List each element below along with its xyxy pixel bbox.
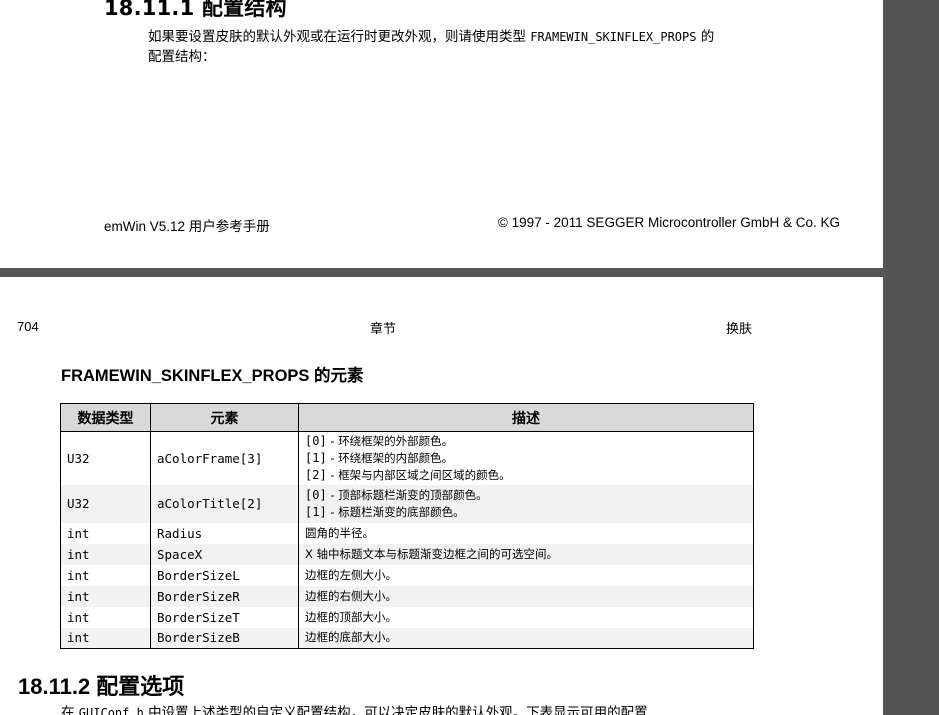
cell-element-name: aColorTitle[2] bbox=[150, 484, 299, 523]
table-header-row: 数据类型 元素 描述 bbox=[60, 403, 754, 432]
paragraph-text: 中设置上述类型的自定义配置结构，可以决定皮肤的默认外观。下表显示可用的配置 bbox=[143, 705, 648, 715]
section-label: 换肤 bbox=[726, 322, 753, 337]
description-line: 边框的右侧大小。 bbox=[305, 588, 753, 605]
table-row: int BorderSizeR 边框的右侧大小。 bbox=[60, 585, 754, 607]
description-line: 边框的左侧大小。 bbox=[305, 567, 753, 584]
inline-code: GUIConf.h bbox=[78, 706, 144, 715]
description-line: [0] - 环绕框架的外部颜色。 bbox=[305, 433, 753, 450]
cell-description: 圆角的半径。 bbox=[298, 522, 754, 544]
previous-page: 18.11.1 配置结构 如果要设置皮肤的默认外观或在运行时更改外观，则请使用类… bbox=[0, 0, 883, 268]
chapter-label: 章节 bbox=[370, 322, 397, 337]
cell-element-name: aColorFrame[3] bbox=[150, 431, 299, 485]
description-line: 边框的底部大小。 bbox=[305, 629, 753, 646]
description-line: [1] - 标题栏渐变的底部颜色。 bbox=[305, 504, 753, 521]
description-text: - 标题栏渐变的底部颜色。 bbox=[326, 504, 465, 519]
cell-description: 边框的底部大小。 bbox=[298, 627, 754, 649]
description-text: 边框的顶部大小。 bbox=[305, 609, 397, 624]
array-index: [1] bbox=[305, 450, 327, 465]
description-text: X 轴中标题文本与标题渐变边框之间的可选空间。 bbox=[305, 546, 559, 561]
description-text: 圆角的半径。 bbox=[305, 525, 374, 540]
description-text: 边框的右侧大小。 bbox=[305, 588, 397, 603]
cell-element-name: BorderSizeR bbox=[150, 585, 299, 607]
column-header-description: 描述 bbox=[298, 403, 754, 432]
description-text: 边框的左侧大小。 bbox=[305, 567, 397, 582]
cell-description: [0] - 顶部标题栏渐变的顶部颜色。 [1] - 标题栏渐变的底部颜色。 bbox=[298, 484, 754, 523]
description-line: 边框的顶部大小。 bbox=[305, 609, 753, 626]
paragraph-text: 在 bbox=[61, 705, 79, 715]
body-paragraph-line: 在 GUIConf.h 中设置上述类型的自定义配置结构，可以决定皮肤的默认外观。… bbox=[61, 701, 648, 715]
paragraph-text: 如果要设置皮肤的默认外观或在运行时更改外观，则请使用类型 bbox=[148, 29, 531, 45]
cell-data-type: int bbox=[60, 522, 151, 544]
body-paragraph-line: 如果要设置皮肤的默认外观或在运行时更改外观，则请使用类型 FRAMEWIN_SK… bbox=[148, 25, 714, 45]
column-header-type: 数据类型 bbox=[60, 403, 151, 432]
array-index: [1] bbox=[305, 504, 327, 519]
table-row: U32 aColorTitle[2] [0] - 顶部标题栏渐变的顶部颜色。 [1] … bbox=[60, 484, 754, 523]
description-line: X 轴中标题文本与标题渐变边框之间的可选空间。 bbox=[305, 546, 753, 563]
cell-description: X 轴中标题文本与标题渐变边框之间的可选空间。 bbox=[298, 543, 754, 565]
cell-data-type: U32 bbox=[60, 431, 151, 485]
description-line: [2] - 框架与内部区域之间区域的颜色。 bbox=[305, 467, 753, 484]
description-text: - 框架与内部区域之间区域的颜色。 bbox=[326, 467, 511, 482]
document-viewer: 18.11.1 配置结构 如果要设置皮肤的默认外观或在运行时更改外观，则请使用类… bbox=[0, 0, 939, 715]
description-line: [0] - 顶部标题栏渐变的顶部颜色。 bbox=[305, 487, 753, 504]
paragraph-text: 的 bbox=[696, 29, 715, 45]
page-footer-copyright: © 1997 - 2011 SEGGER Microcontroller Gmb… bbox=[497, 215, 840, 230]
table-row: U32 aColorFrame[3] [0] - 环绕框架的外部颜色。 [1] - 环… bbox=[60, 431, 754, 485]
page-number: 704 bbox=[17, 319, 39, 334]
table-title: FRAMEWIN_SKINFLEX_PROPS 的元素 bbox=[61, 367, 364, 385]
column-header-element: 元素 bbox=[150, 403, 299, 432]
inline-code: FRAMEWIN_SKINFLEX_PROPS bbox=[530, 30, 697, 44]
cell-element-name: SpaceX bbox=[150, 543, 299, 565]
table-row: int Radius 圆角的半径。 bbox=[60, 522, 754, 544]
table-row: int BorderSizeL 边框的左侧大小。 bbox=[60, 564, 754, 586]
cell-description: 边框的顶部大小。 bbox=[298, 606, 754, 628]
description-text: - 顶部标题栏渐变的顶部颜色。 bbox=[326, 487, 488, 502]
section-heading: 18.11.1 配置结构 bbox=[104, 0, 287, 20]
description-line: 圆角的半径。 bbox=[305, 525, 753, 542]
cell-element-name: BorderSizeB bbox=[150, 627, 299, 649]
cell-data-type: int bbox=[60, 606, 151, 628]
cell-element-name: BorderSizeL bbox=[150, 564, 299, 586]
cell-data-type: int bbox=[60, 627, 151, 649]
cell-description: 边框的左侧大小。 bbox=[298, 564, 754, 586]
cell-data-type: U32 bbox=[60, 484, 151, 523]
description-text: - 环绕框架的内部颜色。 bbox=[326, 450, 454, 465]
description-text: - 环绕框架的外部颜色。 bbox=[326, 433, 454, 448]
table-body: U32 aColorFrame[3] [0] - 环绕框架的外部颜色。 [1] - 环… bbox=[60, 431, 754, 649]
cell-element-name: Radius bbox=[150, 522, 299, 544]
cell-data-type: int bbox=[60, 543, 151, 565]
page-footer-title: emWin V5.12 用户参考手册 bbox=[104, 219, 270, 234]
array-index: [0] bbox=[305, 487, 327, 502]
table-row: int SpaceX X 轴中标题文本与标题渐变边框之间的可选空间。 bbox=[60, 543, 754, 565]
table-row: int BorderSizeB 边框的底部大小。 bbox=[60, 627, 754, 649]
cell-description: 边框的右侧大小。 bbox=[298, 585, 754, 607]
cell-description: [0] - 环绕框架的外部颜色。 [1] - 环绕框架的内部颜色。 [2] - 框架… bbox=[298, 431, 754, 485]
elements-table: 数据类型 元素 描述 U32 aColorFrame[3] [0] - 环绕框架的外… bbox=[60, 403, 754, 649]
viewer-scroll-area[interactable] bbox=[883, 0, 939, 715]
cell-element-name: BorderSizeT bbox=[150, 606, 299, 628]
description-text: 边框的底部大小。 bbox=[305, 630, 397, 645]
body-paragraph-line: 配置结构： bbox=[148, 49, 216, 65]
current-page: 704 章节 换肤 FRAMEWIN_SKINFLEX_PROPS 的元素 数据… bbox=[0, 277, 883, 715]
array-index: [2] bbox=[305, 467, 327, 482]
table-row: int BorderSizeT 边框的顶部大小。 bbox=[60, 606, 754, 628]
array-index: [0] bbox=[305, 433, 327, 448]
cell-data-type: int bbox=[60, 585, 151, 607]
description-line: [1] - 环绕框架的内部颜色。 bbox=[305, 450, 753, 467]
cell-data-type: int bbox=[60, 564, 151, 586]
section-heading: 18.11.2 配置选项 bbox=[18, 674, 185, 699]
